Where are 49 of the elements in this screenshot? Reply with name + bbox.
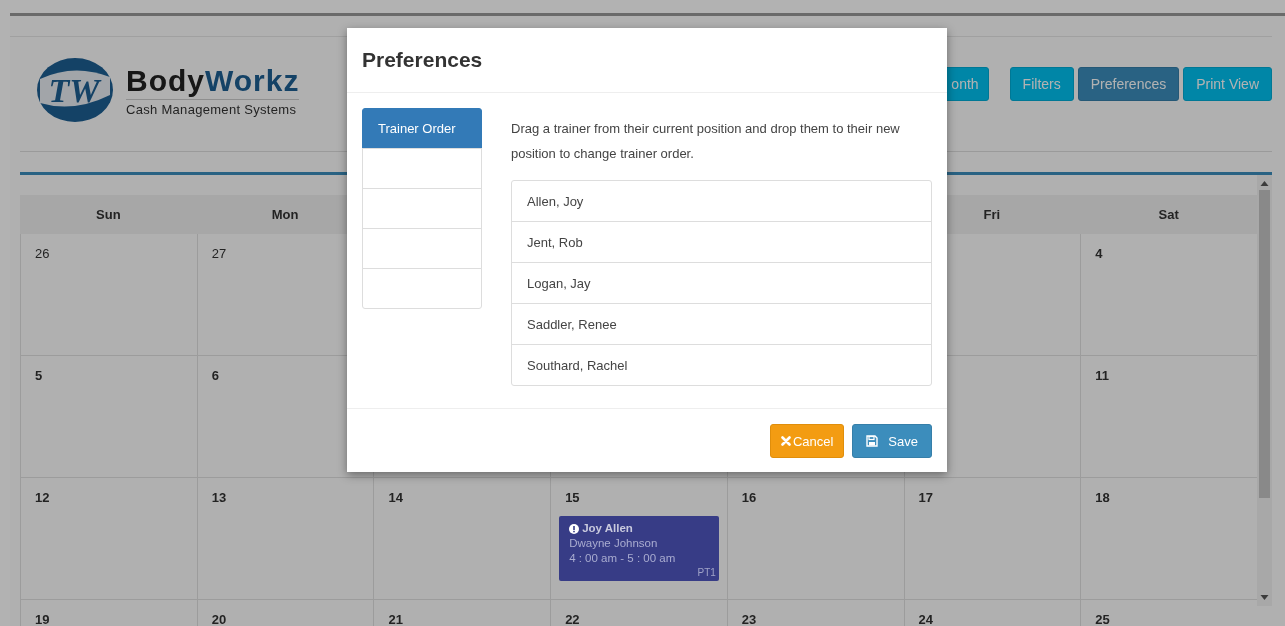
trainer-item[interactable]: Saddler, Renee [512,303,931,344]
event-time: 4 : 00 am - 5 : 00 am [569,551,676,566]
close-icon [780,436,791,446]
settings-tab[interactable] [362,228,482,269]
day-number: 4 [1094,246,1104,261]
toolbar-button[interactable]: Preferences [1077,67,1180,101]
dialog-title: Preferences [362,48,483,72]
settings-tab[interactable] [362,188,482,229]
scrollbar[interactable] [1257,175,1272,606]
calendar-event[interactable]: Joy Allen Dwayne Johnson 4 : 00 am - 5 : 00 am PT1 [559,516,719,581]
event-client: Dwayne Johnson [569,536,658,551]
day-number: 5 [34,368,44,383]
weekday-header: Sun [96,207,121,222]
day-number: 22 [564,612,581,626]
save-button[interactable]: Save [852,424,932,458]
alert-icon [569,523,580,534]
event-tag: PT1 [697,565,716,580]
trainer-item[interactable]: Southard, Rachel [512,344,931,385]
weekday-header: Mon [271,207,299,222]
day-number: 21 [387,612,404,626]
day-number: 26 [34,246,51,261]
settings-tab[interactable]: Trainer Order [362,108,482,149]
day-number: 25 [1094,612,1111,626]
trainer-item[interactable]: Allen, Joy [512,181,931,221]
trainer-item[interactable]: Jent, Rob [512,221,931,262]
day-number: 23 [740,612,758,626]
weekday-header: Fri [983,207,1001,222]
day-number: 13 [210,490,228,505]
day-number: 18 [1094,490,1111,505]
day-number: 17 [917,490,935,505]
day-number: 16 [740,490,758,505]
day-number: 19 [34,612,51,626]
day-number: 12 [34,490,51,505]
day-number: 24 [917,612,935,626]
instructions-text: Drag a trainer from their current position and drop them to their new position to change trainer order. [511,120,901,163]
brand-tagline: Cash Management Systems [126,99,300,117]
day-number: 6 [210,368,220,383]
day-number: 11 [1094,368,1111,383]
day-number: 15 [564,490,581,505]
settings-tab[interactable] [362,268,482,309]
weekday-header: Sat [1158,207,1179,222]
day-number: 14 [387,490,404,505]
day-number: 27 [210,246,228,261]
event-title: Joy Allen [582,521,633,536]
day-number: 20 [210,612,228,626]
brand-name: BodyWorkz [126,63,300,99]
logo-icon: TW [34,55,116,125]
trainer-item[interactable]: Logan, Jay [512,262,931,303]
settings-tab[interactable] [362,148,482,189]
